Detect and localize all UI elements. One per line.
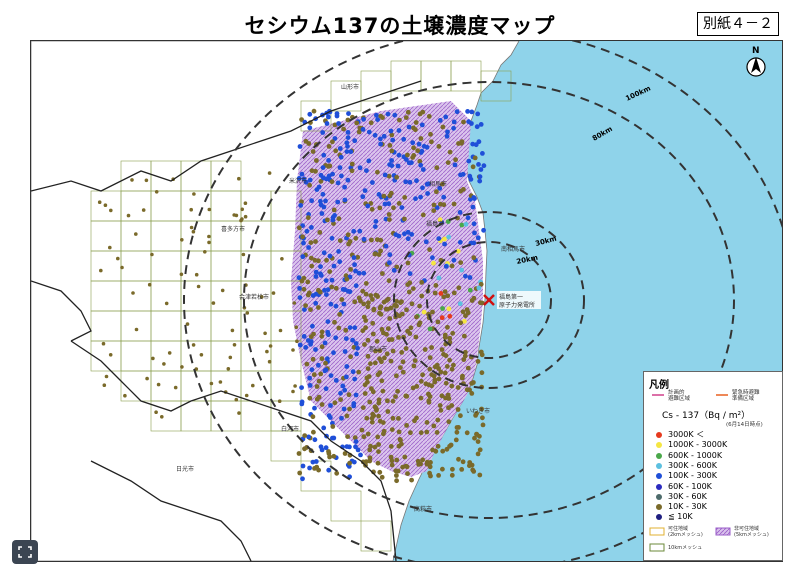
legend-dot [656,473,662,480]
legend-row: 600K - 1000K [656,450,723,461]
place-label: 米沢市 [289,177,307,185]
place-label: 山形市 [341,83,359,91]
expand-fullscreen-button[interactable] [12,540,38,564]
north-arrow-icon: N [746,46,766,77]
place-label: 白河市 [281,425,299,433]
ring-label: 20km [516,254,539,266]
legend-row: 3000K ＜ [656,430,705,440]
expand-icon [18,546,32,558]
plant-label-line2: 原子力発電所 [499,301,535,309]
map-legend: 凡例 計画的 避難区域 緊急時避難 準備区域 Cs - 137（Bq / m²）… [643,371,783,561]
legend-row: 300K - 600K [656,460,718,471]
legend-dot [656,452,662,459]
legend-row: 10K - 30K [656,502,707,512]
legend-row: 30K - 60K [656,491,707,502]
legend-zone-planned-2: 避難区域 [668,396,691,402]
legend-row-label: 10K - 30K [668,502,707,512]
place-label: 日光市 [176,465,194,473]
page-title: セシウム137の土壌濃度マップ [244,14,556,38]
legend-dot [656,514,662,521]
legend-dot [656,442,662,449]
legend-zone-emergency-2: 準備区域 [732,396,755,402]
nuclear-plant-marker: 福島第一 原子力発電所 [483,291,541,309]
legend-mesh-b-2: (5kmメッシュ) [734,532,769,538]
plant-label-line1: 福島第一 [499,293,523,301]
legend-row: 60K - 100K [656,481,712,492]
legend-dot [656,483,662,490]
place-label: 南相馬市 [501,245,525,253]
legend-dot [656,462,662,469]
place-label: 喜多方市 [221,225,245,233]
place-label: 福島市 [426,220,444,228]
legend-row-label: 300K - 600K [668,460,718,470]
place-label: 相馬市 [429,180,447,188]
legend-dot [656,504,662,511]
legend-row-label: 600K - 1000K [668,450,723,460]
north-label: N [752,46,760,56]
legend-row-label: ≦ 10K [668,512,693,522]
legend-row-label: 60K - 100K [668,481,712,491]
place-label: 高萩市 [414,505,432,513]
ring-label: 80km [591,125,614,143]
legend-mesh-a-2: (2kmメッシュ) [668,532,703,538]
ring-labels: 100km 80km 30km 20km [516,84,652,266]
legend-row-label: 3000K ＜ [668,430,705,439]
ring-label: 30km [534,235,557,248]
place-label: いわき市 [466,407,490,415]
legend-row: 100K - 300K [656,471,718,481]
legend-row: ≦ 10K [656,512,693,522]
legend-dot [656,432,662,438]
place-label: 会津若松市 [239,293,269,301]
legend-date: (6月14日時点) [726,422,763,428]
legend-row-label: 30K - 60K [668,491,707,501]
place-label: 郡山市 [369,345,387,353]
legend-mesh-c: 10kmメッシュ [668,545,703,551]
legend-row-label: 1000K - 3000K [668,440,728,450]
attachment-tag: 別紙４－２ [697,12,779,36]
legend-dot [656,493,662,500]
map-page: セシウム137の土壌濃度マップ 別紙４－２ 100km 80km 30km 20… [0,0,800,567]
legend-row: 1000K - 3000K [656,440,728,450]
ring-label: 100km [624,84,651,102]
legend-row-label: 100K - 300K [668,471,718,481]
